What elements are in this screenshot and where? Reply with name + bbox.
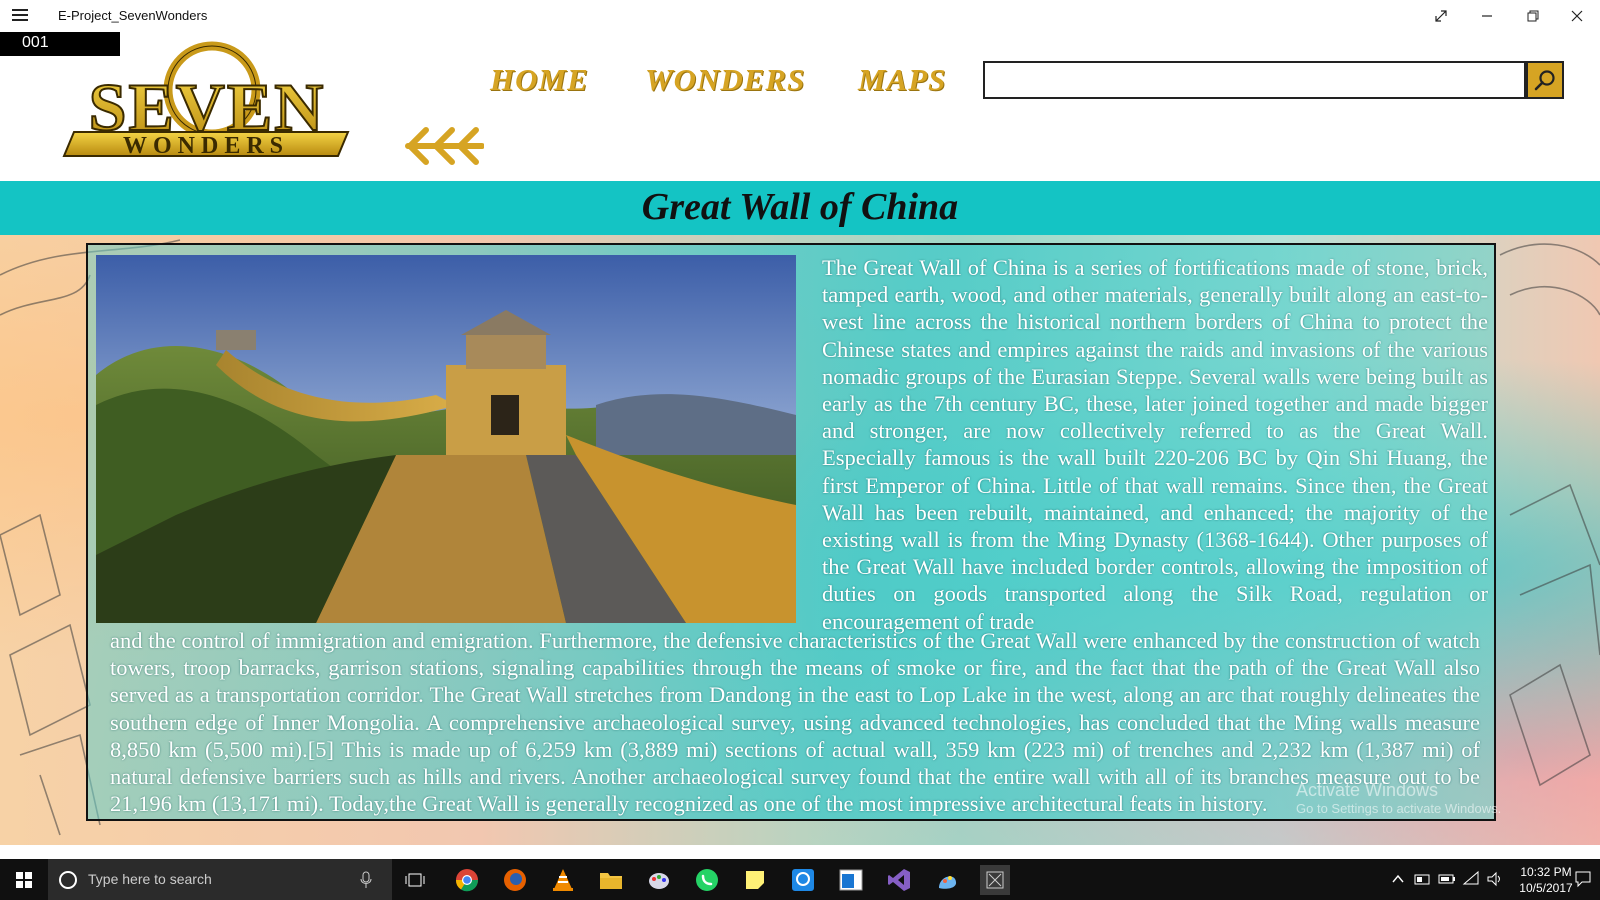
great-wall-photo [96,255,796,623]
clock-time[interactable]: 10:32 PM [1516,865,1576,879]
action-center-icon[interactable] [1574,870,1592,888]
nav-wonders-link[interactable]: WONDERS [645,62,805,98]
file-explorer-icon[interactable] [596,865,626,895]
active-app-icon[interactable] [980,865,1010,895]
minimize-button[interactable] [1464,0,1510,32]
show-hidden-icons-chevron-icon[interactable] [1392,874,1404,884]
nav-home-link[interactable]: HOME [490,62,589,98]
messaging-icon[interactable] [788,865,818,895]
visual-studio-icon[interactable] [884,865,914,895]
battery-icon[interactable] [1438,871,1456,887]
taskbar-search-box[interactable]: Type here to search [48,859,392,900]
paint-3d-icon[interactable] [932,865,962,895]
fullscreen-icon[interactable] [1418,0,1464,32]
volume-icon[interactable] [1486,870,1504,888]
windows-start-button[interactable] [0,859,48,900]
svg-text:WONDERS: WONDERS [123,133,289,159]
chrome-icon[interactable] [452,865,482,895]
activate-windows-watermark: Activate Windows Go to Settings to activ… [1296,780,1502,816]
paint-icon[interactable] [644,865,674,895]
sticky-notes-icon[interactable] [740,865,770,895]
article-paragraph-top: The Great Wall of China is a series of f… [822,255,1488,634]
clock-date[interactable]: 10/5/2017 [1516,881,1576,895]
vlc-icon[interactable] [548,865,578,895]
window-title-bar: E-Project_SevenWonders [0,0,1600,32]
search-icon [1534,70,1555,91]
restore-button[interactable] [1510,0,1556,32]
taskbar-search-placeholder: Type here to search [88,871,212,887]
seven-wonders-logo[interactable]: SEVEN WONDERS [52,38,362,162]
search-button[interactable] [1526,61,1564,99]
hamburger-menu-icon[interactable] [12,9,28,23]
bottom-strip [0,845,1600,859]
task-view-icon[interactable] [400,865,430,895]
firefox-icon[interactable] [500,865,530,895]
windows-logo-icon [16,871,32,888]
search-input[interactable] [983,61,1526,99]
system-tray-icon[interactable] [1414,871,1430,887]
taskbar: Type here to search 10:32 PM 10/5/2017 [0,859,1600,900]
microphone-icon[interactable] [360,871,372,889]
window-title: E-Project_SevenWonders [58,8,208,23]
nav-maps-link[interactable]: MAPS [858,62,946,98]
close-button[interactable] [1554,0,1600,32]
article-paragraph-bottom: and the control of immigration and emigr… [110,628,1480,817]
back-arrow-icon[interactable] [404,124,484,168]
app-window-icon[interactable] [836,865,866,895]
whatsapp-icon[interactable] [692,865,722,895]
wifi-icon[interactable] [1462,870,1480,888]
page-title: Great Wall of China [641,186,959,228]
cortana-icon [59,871,77,889]
